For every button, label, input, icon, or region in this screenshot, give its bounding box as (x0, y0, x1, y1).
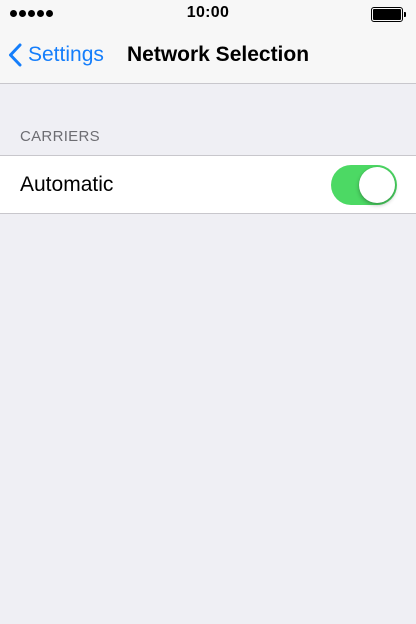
status-time: 10:00 (186, 4, 230, 21)
automatic-label: Automatic (20, 173, 114, 196)
chevron-left-icon (9, 43, 22, 67)
page-title: Network Selection (127, 43, 310, 66)
automatic-toggle[interactable] (331, 165, 397, 205)
toggle-knob (359, 167, 395, 203)
back-button-label: Settings (28, 43, 104, 66)
automatic-row: Automatic (0, 156, 416, 213)
battery-icon (371, 7, 406, 22)
section-header-carriers: CARRIERS (20, 128, 100, 145)
navigation-bar: Settings Network Selection (0, 27, 416, 84)
carriers-group: Automatic (0, 155, 416, 214)
battery-fill (373, 9, 401, 20)
back-button[interactable]: Settings (8, 27, 104, 83)
status-bar: 10:00 (0, 0, 416, 27)
